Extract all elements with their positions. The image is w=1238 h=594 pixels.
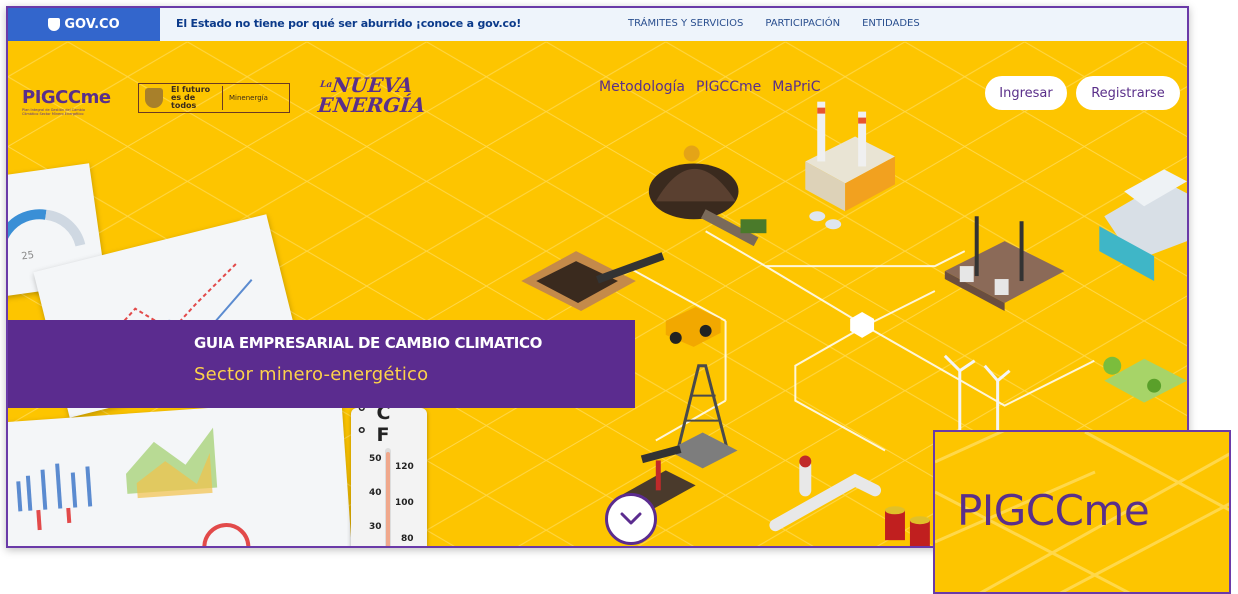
gov-nav-tramites[interactable]: TRÁMITES Y SERVICIOS <box>628 18 743 29</box>
thermo-c-50: 50 <box>369 454 382 464</box>
nueva-energia-sub: ENERGÍA <box>316 93 427 117</box>
nav-pigccme[interactable]: PIGCCme <box>696 79 761 95</box>
gauge-value: 25 <box>20 249 35 263</box>
scroll-down-button[interactable] <box>605 493 657 545</box>
gov-tagline[interactable]: El Estado no tiene por qué ser aburrido … <box>176 17 521 30</box>
thermometer-mercury <box>386 452 390 546</box>
pigccme-logo-text: PIGCCme <box>22 87 111 108</box>
thermo-c-40: 40 <box>369 488 382 498</box>
gov-nav: TRÁMITES Y SERVICIOS PARTICIPACIÓN ENTID… <box>628 18 920 29</box>
inset-zoom-text: PIGCCme <box>957 486 1150 535</box>
shield-icon <box>48 18 61 31</box>
register-button[interactable]: Registrarse <box>1076 76 1180 110</box>
thermo-f-100: 100 <box>395 498 414 508</box>
thermo-f-120: 120 <box>395 462 414 472</box>
main-nav: Metodología PIGCCme MaPriC <box>599 79 821 95</box>
futuro-text: El futuro es de todos <box>171 86 223 110</box>
hero-banner: GUIA EMPRESARIAL DE CAMBIO CLIMATICO Sec… <box>8 320 635 408</box>
bar-chart-icon <box>16 427 251 546</box>
gov-nav-entidades[interactable]: ENTIDADES <box>862 18 920 29</box>
minenergia-text: Minenergía <box>229 94 268 102</box>
pigccme-logo-subtitle: Plan Integral de Gestión del Cambio Clim… <box>22 108 86 116</box>
report-paper-bars <box>8 398 354 546</box>
zoom-inset: PIGCCme <box>933 430 1231 594</box>
thermometer-units: °C °F <box>357 402 401 446</box>
gobierno-logo[interactable]: El futuro es de todos Minenergía <box>138 83 290 113</box>
login-button[interactable]: Ingresar <box>985 76 1067 110</box>
thermo-f-80: 80 <box>401 534 414 544</box>
banner-subtitle: Sector minero-energético <box>194 364 429 385</box>
pigccme-logo[interactable]: PIGCCme Plan Integral de Gestión del Cam… <box>22 87 111 116</box>
gov-top-bar: GOV.CO El Estado no tiene por qué ser ab… <box>8 8 1187 41</box>
gov-co-logo[interactable]: GOV.CO <box>8 8 160 41</box>
chevron-down-icon <box>620 512 642 525</box>
thermometer: °C °F 50 40 30 120 100 80 <box>351 402 427 546</box>
banner-title: GUIA EMPRESARIAL DE CAMBIO CLIMATICO <box>194 334 542 352</box>
thermo-c-30: 30 <box>369 522 382 532</box>
gov-nav-participacion[interactable]: PARTICIPACIÓN <box>765 18 840 29</box>
nueva-energia-logo[interactable]: LaNUEVA ENERGÍA <box>316 73 429 117</box>
gov-co-logo-text: GOV.CO <box>64 17 120 32</box>
crest-icon <box>145 88 163 108</box>
nav-metodologia[interactable]: Metodología <box>599 79 685 95</box>
nav-mapric[interactable]: MaPriC <box>772 79 820 95</box>
